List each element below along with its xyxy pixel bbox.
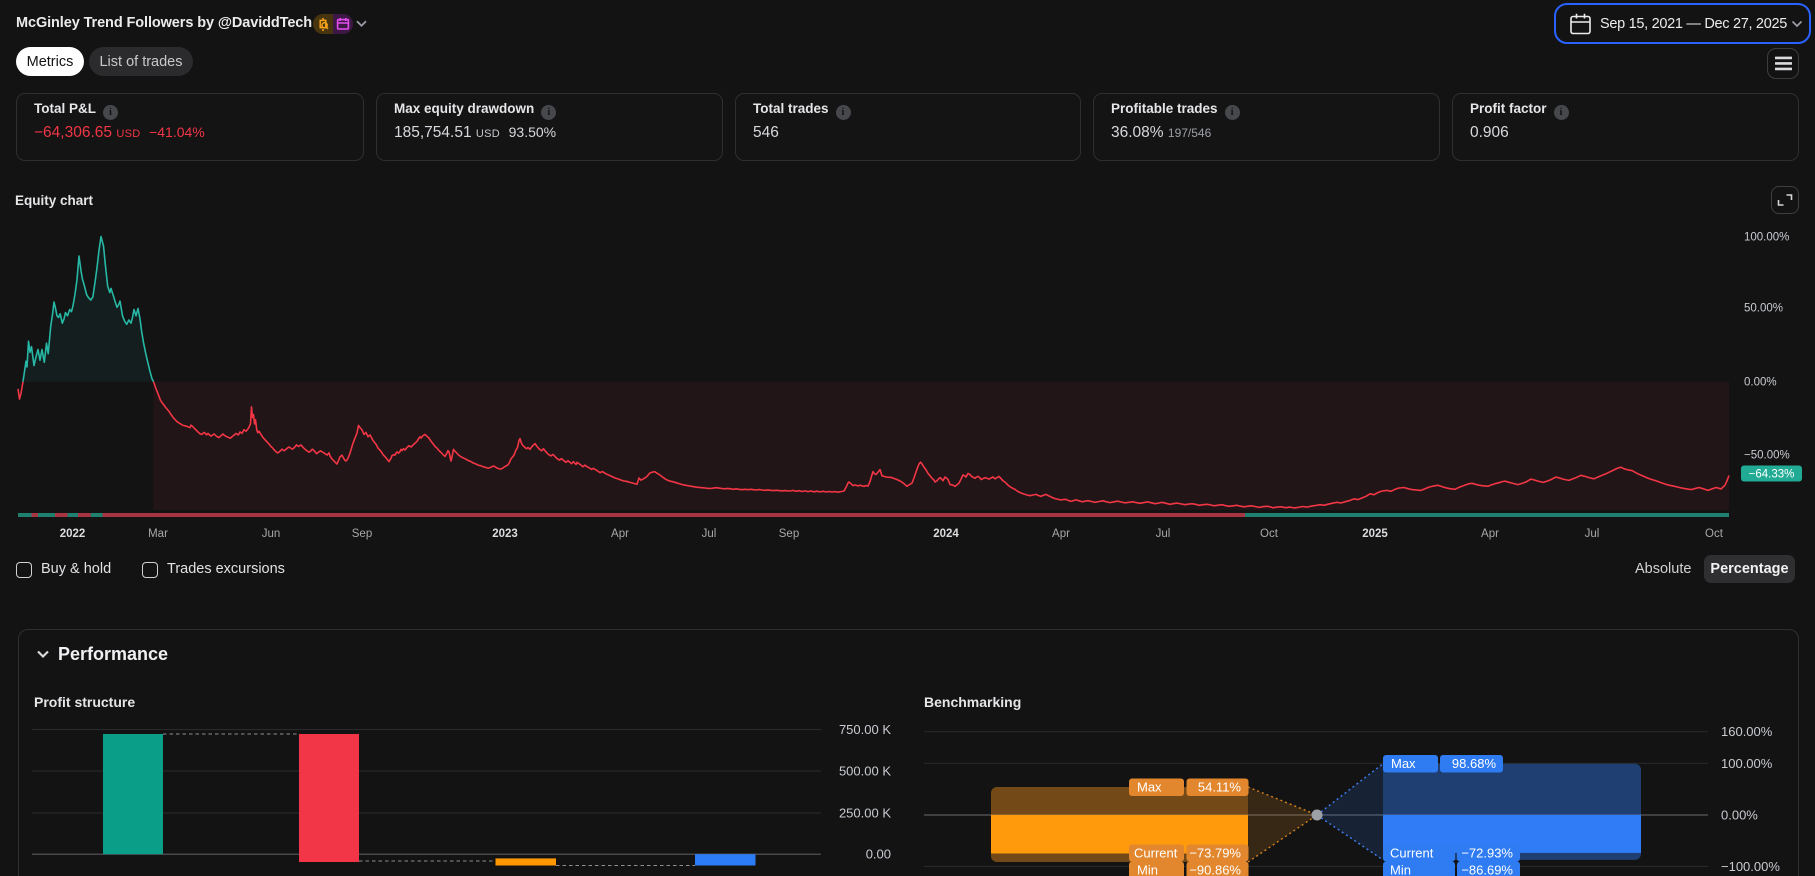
svg-text:Apr: Apr [1052, 528, 1070, 540]
svg-text:−100.00%: −100.00% [1721, 859, 1780, 874]
svg-text:98.68%: 98.68% [1452, 756, 1497, 771]
svg-text:Current: Current [1134, 846, 1178, 861]
svg-text:160.00%: 160.00% [1721, 724, 1773, 739]
svg-text:Jun: Jun [262, 528, 281, 540]
svg-text:−73.79%: −73.79% [1189, 846, 1241, 861]
svg-text:0.00%: 0.00% [1721, 808, 1758, 823]
svg-text:−90.86%: −90.86% [1189, 863, 1241, 876]
svg-text:0.00%: 0.00% [1744, 377, 1777, 389]
svg-text:54.11%: 54.11% [1198, 780, 1242, 795]
svg-text:Jul: Jul [702, 528, 717, 540]
svg-text:100.00%: 100.00% [1721, 756, 1773, 771]
svg-text:Min: Min [1390, 863, 1411, 876]
svg-text:100.00%: 100.00% [1744, 232, 1789, 244]
svg-text:Max: Max [1137, 780, 1162, 795]
svg-text:−86.69%: −86.69% [1461, 863, 1513, 876]
svg-text:Oct: Oct [1260, 528, 1279, 540]
svg-text:0.00: 0.00 [866, 847, 891, 862]
svg-text:Apr: Apr [1481, 528, 1499, 540]
svg-text:Jul: Jul [1156, 528, 1171, 540]
svg-text:Apr: Apr [611, 528, 629, 540]
svg-text:−72.93%: −72.93% [1461, 846, 1513, 861]
svg-text:−50.00%: −50.00% [1744, 450, 1790, 462]
svg-text:2024: 2024 [933, 528, 959, 540]
svg-text:Current: Current [1390, 846, 1434, 861]
svg-text:Jul: Jul [1585, 528, 1600, 540]
svg-text:Mar: Mar [148, 528, 168, 540]
svg-text:Max: Max [1391, 756, 1416, 771]
svg-text:2025: 2025 [1362, 528, 1388, 540]
svg-text:250.00 K: 250.00 K [839, 806, 891, 821]
svg-text:750.00 K: 750.00 K [839, 722, 891, 737]
svg-text:2023: 2023 [492, 528, 518, 540]
svg-text:−64.33%: −64.33% [1749, 469, 1795, 481]
svg-text:500.00 K: 500.00 K [839, 764, 891, 779]
svg-text:50.00%: 50.00% [1744, 303, 1783, 315]
svg-text:Min: Min [1137, 863, 1158, 876]
svg-text:Oct: Oct [1705, 528, 1724, 540]
svg-text:2022: 2022 [60, 528, 86, 540]
svg-text:Sep: Sep [779, 528, 799, 540]
svg-text:Sep: Sep [352, 528, 372, 540]
